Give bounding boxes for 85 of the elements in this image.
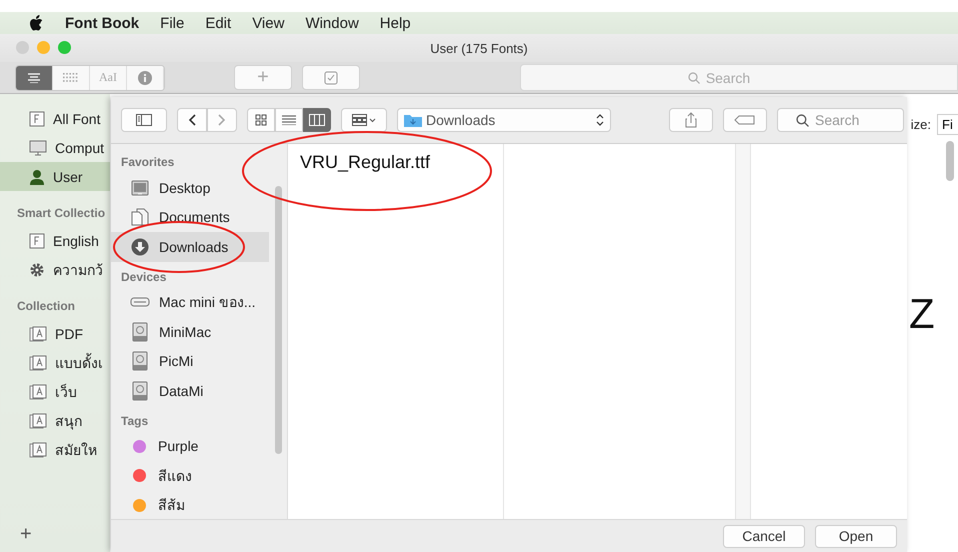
file-name[interactable]: VRU_Regular.ttf	[300, 152, 430, 172]
sidebar-item[interactable]: PDF	[0, 319, 110, 348]
documents-icon	[130, 208, 150, 226]
collection-icon	[29, 442, 47, 458]
columns-icon	[309, 114, 325, 126]
sidebar-item[interactable]: Downloads	[111, 232, 269, 262]
font-file-icon	[29, 110, 45, 126]
apple-logo-icon[interactable]	[29, 15, 43, 31]
cancel-button[interactable]: Cancel	[723, 524, 805, 548]
sidebar-item[interactable]: สีแดง	[111, 461, 269, 490]
chevron-right-icon	[218, 114, 226, 126]
list-icon	[282, 115, 296, 125]
section-header: Devices	[120, 268, 168, 286]
menu-item[interactable]: View	[252, 14, 284, 32]
back-button[interactable]	[177, 108, 207, 132]
section-header: Favorites	[120, 154, 176, 171]
search-icon	[688, 72, 700, 84]
collection-icon	[29, 412, 47, 428]
grid-icon	[255, 114, 267, 126]
gear-icon	[29, 262, 45, 278]
dot-grid-icon	[63, 72, 79, 82]
menu-item[interactable]: Edit	[205, 14, 232, 32]
sidebar-item[interactable]: แบบดั้งเ	[0, 348, 110, 377]
sidebar-toggle-button[interactable]	[121, 108, 167, 132]
list-view-button[interactable]	[275, 108, 303, 132]
size-field[interactable]: Fi	[937, 114, 958, 135]
sidebar-item[interactable]: User	[0, 162, 110, 191]
user-icon	[29, 168, 45, 184]
arrange-icon	[352, 114, 376, 126]
column-view-button[interactable]	[303, 108, 331, 132]
add-collection-button[interactable]: +	[20, 523, 44, 546]
scrollbar[interactable]	[275, 186, 282, 454]
section-header: Collection	[16, 298, 76, 315]
menu-item[interactable]: Help	[380, 14, 411, 32]
desktop-icon	[130, 180, 150, 196]
mac-mini-icon	[130, 296, 150, 308]
zoom-button[interactable]	[58, 41, 71, 54]
arrange-button[interactable]	[341, 108, 387, 132]
open-button[interactable]: Open	[815, 524, 897, 548]
sidebar-item[interactable]: สนุก	[0, 406, 110, 435]
folder-icon	[404, 113, 422, 127]
up-down-arrows-icon	[596, 114, 604, 126]
search-icon	[796, 114, 809, 126]
collection-icon	[29, 326, 47, 342]
share-icon	[685, 112, 697, 128]
size-label: ize:	[910, 117, 931, 132]
chevron-left-icon	[188, 114, 196, 126]
sidebar-item[interactable]: MiniMac	[111, 317, 269, 346]
tag-icon	[734, 115, 756, 125]
menu-item[interactable]: Window	[305, 14, 359, 32]
list-view-button[interactable]	[16, 66, 53, 90]
collection-icon	[29, 384, 47, 400]
section-header: Smart Collectio	[16, 205, 106, 222]
sidebar-item[interactable]: ความกว้	[0, 255, 110, 284]
icon-view-button[interactable]	[247, 108, 275, 132]
sidebar-item[interactable]: PicMi	[111, 346, 269, 376]
sidebar-item[interactable]: สีส้ม	[111, 490, 269, 519]
sidebar-item[interactable]: All Font	[0, 104, 110, 133]
menu-item[interactable]: File	[160, 14, 184, 32]
monitor-icon	[29, 140, 47, 156]
sidebar-item[interactable]: เว็บ	[0, 377, 110, 406]
lines-icon	[27, 72, 41, 82]
share-button[interactable]	[669, 108, 713, 132]
sidebar-item[interactable]: สมัยให	[0, 435, 110, 464]
app-menu[interactable]: Font Book	[65, 14, 140, 32]
checkbox-icon	[324, 70, 338, 84]
validate-button[interactable]	[302, 65, 360, 90]
window-title: User (175 Fonts)	[430, 40, 528, 56]
sidebar-item[interactable]: Mac mini ของ...	[111, 288, 269, 317]
scrollbar[interactable]	[946, 141, 954, 181]
sidebar-item[interactable]: Comput	[0, 133, 110, 162]
sidebar-item[interactable]: English	[0, 226, 110, 255]
collection-icon	[29, 354, 47, 370]
sidebar-item[interactable]: Documents	[111, 202, 269, 232]
section-header: Tags	[120, 412, 150, 430]
info-icon	[138, 70, 152, 84]
font-file-icon	[29, 232, 45, 248]
download-icon	[130, 238, 150, 256]
sidebar-item[interactable]: Purple	[111, 432, 269, 461]
sidebar-item[interactable]: Desktop	[111, 173, 269, 202]
sidebar-icon	[136, 114, 152, 126]
tag-button[interactable]	[723, 108, 767, 132]
location-popup[interactable]: Downloads	[397, 108, 611, 132]
sidebar-item[interactable]: DataMi	[111, 376, 269, 406]
preview-glyph: Z	[909, 293, 935, 335]
